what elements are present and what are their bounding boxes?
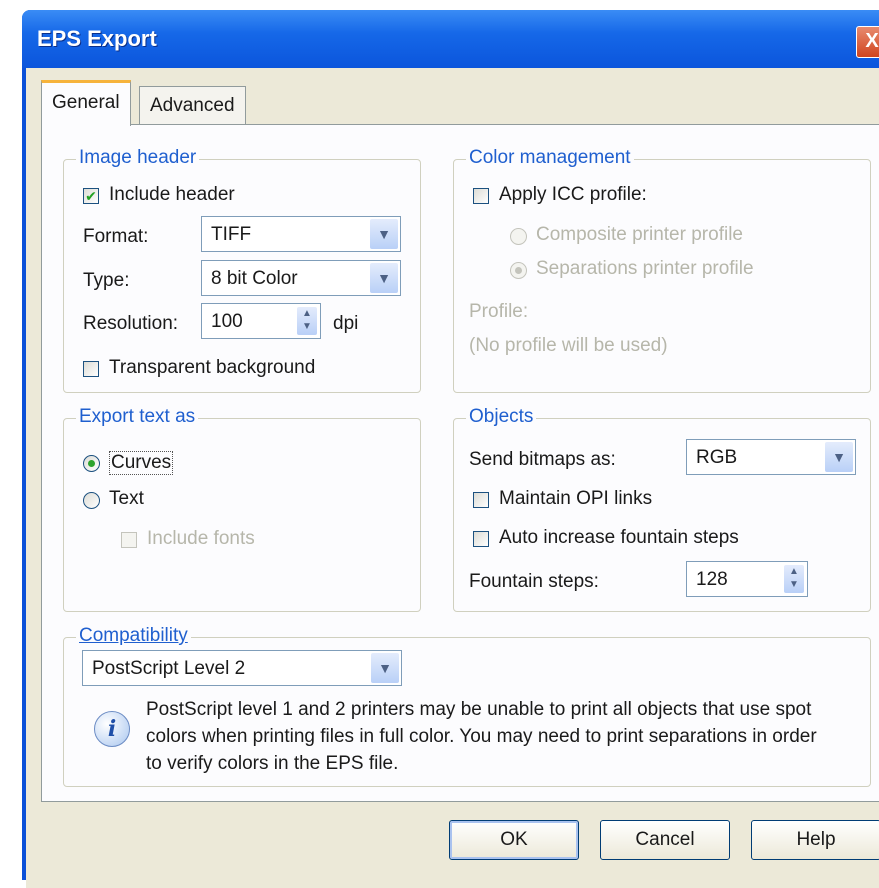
- info-line: colors when printing files in full color…: [146, 726, 817, 747]
- apply-icc-profile-label: Apply ICC profile:: [499, 184, 647, 205]
- curves-radio[interactable]: [83, 455, 100, 472]
- compatibility-value: PostScript Level 2: [92, 658, 246, 679]
- eps-export-dialog: EPS Export X General Advanced Image head…: [22, 10, 879, 888]
- ok-button[interactable]: OK: [449, 820, 579, 860]
- include-header-label: Include header: [109, 184, 235, 205]
- include-header-checkbox[interactable]: ✔: [83, 188, 99, 204]
- export-text-legend: Export text as: [76, 406, 199, 428]
- send-bitmaps-value: RGB: [696, 447, 738, 468]
- export-text-group: Export text as Curves Text Include fonts: [63, 406, 421, 612]
- auto-increase-fountain-steps-checkbox[interactable]: [473, 531, 489, 547]
- image-header-legend: Image header: [76, 147, 200, 169]
- send-bitmaps-select[interactable]: RGB ▼: [686, 439, 856, 475]
- separations-printer-profile-label: Separations printer profile: [536, 258, 754, 279]
- auto-increase-fountain-steps-label: Auto increase fountain steps: [499, 527, 739, 548]
- resolution-value: 100: [211, 311, 243, 332]
- help-button[interactable]: Help: [751, 820, 879, 860]
- info-line: PostScript level 1 and 2 printers may be…: [146, 699, 812, 720]
- resolution-spinner[interactable]: 100 ▲ ▼: [201, 303, 321, 339]
- title-bar[interactable]: EPS Export X: [22, 10, 879, 68]
- spin-arrows-icon[interactable]: ▲ ▼: [784, 565, 804, 593]
- send-bitmaps-label: Send bitmaps as:: [469, 449, 616, 470]
- compatibility-select[interactable]: PostScript Level 2 ▼: [82, 650, 402, 686]
- tab-general[interactable]: General: [41, 80, 131, 126]
- format-value: TIFF: [211, 224, 252, 245]
- cancel-button[interactable]: Cancel: [600, 820, 730, 860]
- include-fonts-checkbox[interactable]: [121, 532, 137, 548]
- text-radio[interactable]: [83, 492, 100, 509]
- objects-group: Objects Send bitmaps as: RGB ▼ Maintain …: [453, 406, 871, 612]
- chevron-down-icon[interactable]: ▼: [370, 263, 398, 293]
- format-select[interactable]: TIFF ▼: [201, 216, 401, 252]
- color-management-group: Color management Apply ICC profile: Comp…: [453, 147, 871, 393]
- tab-advanced[interactable]: Advanced: [139, 86, 246, 124]
- resolution-label: Resolution:: [83, 313, 179, 334]
- compatibility-legend: Compatibility: [76, 625, 191, 647]
- separations-printer-profile-radio[interactable]: [510, 262, 527, 279]
- objects-legend: Objects: [466, 406, 537, 428]
- dialog-title: EPS Export: [37, 26, 157, 51]
- type-value: 8 bit Color: [211, 268, 298, 289]
- chevron-down-icon[interactable]: ▼: [371, 653, 399, 683]
- chevron-down-icon[interactable]: ▼: [370, 219, 398, 249]
- maintain-opi-links-label: Maintain OPI links: [499, 488, 653, 509]
- chevron-down-icon[interactable]: ▼: [825, 442, 853, 472]
- type-label: Type:: [83, 270, 130, 291]
- image-header-group: Image header ✔ Include header Format: TI…: [63, 147, 421, 393]
- close-button[interactable]: X: [856, 26, 879, 58]
- dialog-body: General Advanced Image header ✔ Include …: [26, 68, 879, 888]
- compatibility-info-text: PostScript level 1 and 2 printers may be…: [146, 696, 866, 777]
- apply-icc-profile-checkbox[interactable]: [473, 188, 489, 204]
- color-management-legend: Color management: [466, 147, 634, 169]
- info-line: to verify colors in the EPS file.: [146, 753, 399, 774]
- transparent-background-checkbox[interactable]: [83, 361, 99, 377]
- include-fonts-label: Include fonts: [147, 528, 255, 549]
- fountain-steps-spinner[interactable]: 128 ▲ ▼: [686, 561, 808, 597]
- composite-printer-profile-label: Composite printer profile: [536, 224, 743, 245]
- transparent-background-label: Transparent background: [109, 357, 316, 378]
- info-icon: i: [94, 711, 130, 747]
- text-label: Text: [109, 488, 144, 509]
- profile-value: (No profile will be used): [469, 335, 668, 356]
- curves-label: Curves: [109, 451, 174, 475]
- profile-label: Profile:: [469, 301, 529, 322]
- maintain-opi-links-checkbox[interactable]: [473, 492, 489, 508]
- format-label: Format:: [83, 226, 149, 247]
- spin-arrows-icon[interactable]: ▲ ▼: [297, 307, 317, 335]
- resolution-unit: dpi: [333, 313, 359, 334]
- composite-printer-profile-radio[interactable]: [510, 228, 527, 245]
- fountain-steps-label: Fountain steps:: [469, 571, 599, 592]
- fountain-steps-value: 128: [696, 569, 728, 590]
- type-select[interactable]: 8 bit Color ▼: [201, 260, 401, 296]
